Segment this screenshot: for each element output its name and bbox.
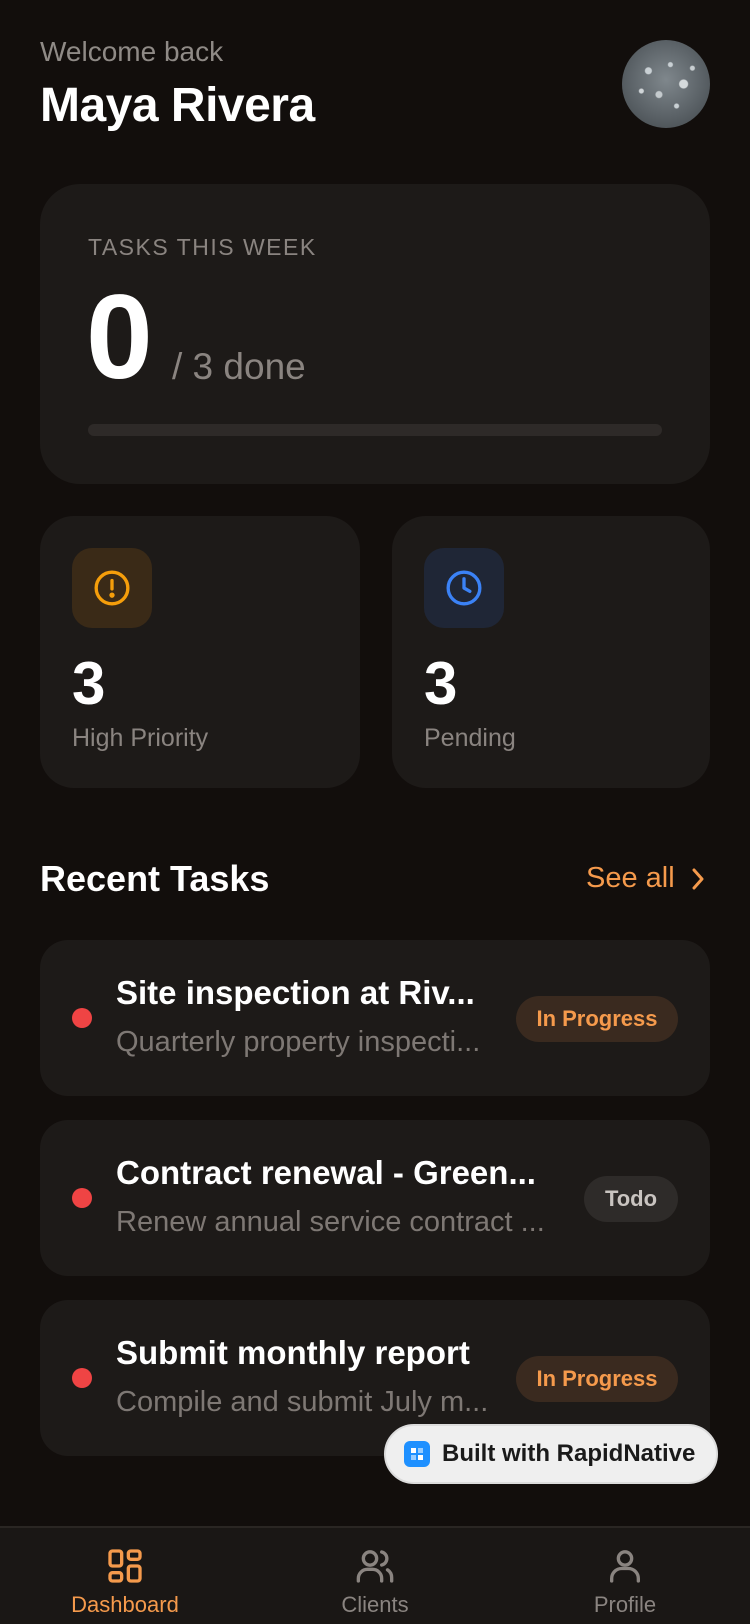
built-with-badge[interactable]: Built with RapidNative xyxy=(384,1424,718,1484)
tab-clients[interactable]: Clients xyxy=(250,1528,500,1624)
weekly-done-count: 0 xyxy=(86,270,153,404)
tab-dashboard-label: Dashboard xyxy=(71,1592,179,1617)
high-priority-card[interactable]: 3 High Priority xyxy=(40,516,360,788)
high-priority-count: 3 xyxy=(72,650,106,717)
dashboard-screen: Welcome back Maya Rivera TASKS THIS WEEK… xyxy=(0,0,750,1624)
tab-clients-label: Clients xyxy=(341,1592,409,1617)
task-description: Renew annual service contract ... xyxy=(116,1206,545,1238)
task-title: Contract renewal - Green... xyxy=(116,1154,536,1191)
weekly-summary-card: TASKS THIS WEEK 0 / 3 done xyxy=(40,184,710,484)
task-title: Site inspection at Riv... xyxy=(116,974,475,1011)
task-description: Quarterly property inspecti... xyxy=(116,1026,481,1058)
pending-label: Pending xyxy=(424,724,516,752)
alert-circle-icon xyxy=(72,548,152,628)
priority-dot xyxy=(72,1368,92,1388)
users-icon xyxy=(356,1550,394,1583)
pending-count: 3 xyxy=(424,650,458,717)
weekly-total-text: / 3 done xyxy=(172,346,306,387)
weekly-progress-bar xyxy=(88,424,662,436)
status-badge: In Progress xyxy=(516,1356,678,1402)
tab-dashboard[interactable]: Dashboard xyxy=(0,1528,250,1624)
chevron-right-icon xyxy=(692,868,704,889)
task-card[interactable]: Site inspection at Riv... Quarterly prop… xyxy=(40,940,710,1096)
welcome-text: Welcome back xyxy=(40,36,224,67)
tab-profile-label: Profile xyxy=(593,1592,657,1617)
clock-icon xyxy=(424,548,504,628)
weekly-label: TASKS THIS WEEK xyxy=(88,234,317,260)
user-name: Maya Rivera xyxy=(40,79,315,132)
priority-dot xyxy=(72,1008,92,1028)
status-badge: In Progress xyxy=(516,996,678,1042)
task-card[interactable]: Contract renewal - Green... Renew annual… xyxy=(40,1120,710,1276)
user-icon xyxy=(610,1550,640,1583)
dashboard-grid-icon xyxy=(108,1549,142,1583)
high-priority-label: High Priority xyxy=(72,724,209,752)
task-description: Compile and submit July m... xyxy=(116,1386,489,1418)
recent-tasks-title: Recent Tasks xyxy=(40,858,270,899)
bottom-navigation: Dashboard Clients Profile xyxy=(0,1526,750,1624)
see-all-link[interactable]: See all xyxy=(586,862,707,895)
rapidnative-logo-icon xyxy=(404,1441,430,1467)
avatar[interactable] xyxy=(622,40,710,128)
tab-profile[interactable]: Profile xyxy=(500,1528,750,1624)
see-all-label: See all xyxy=(586,862,675,894)
status-badge: Todo xyxy=(584,1176,678,1222)
priority-dot xyxy=(72,1188,92,1208)
built-with-label: Built with RapidNative xyxy=(442,1440,696,1467)
task-title: Submit monthly report xyxy=(116,1334,470,1371)
pending-card[interactable]: 3 Pending xyxy=(392,516,710,788)
